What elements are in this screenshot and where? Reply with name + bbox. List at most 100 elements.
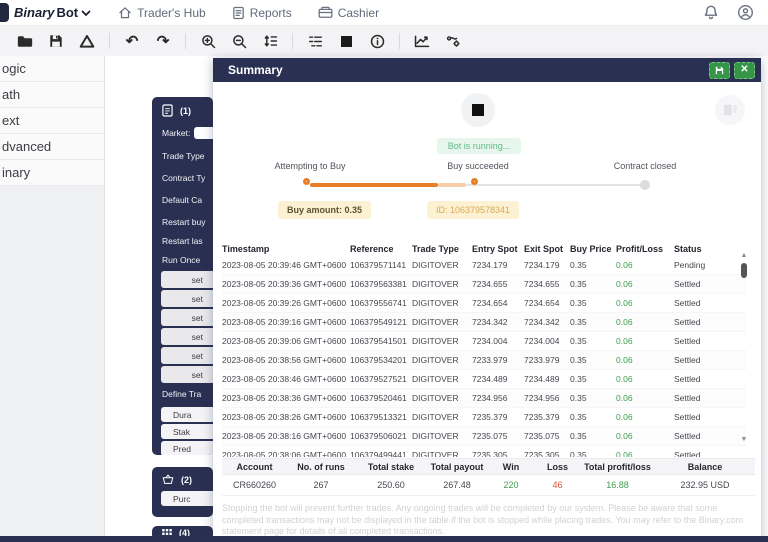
cell-exit-spot: 7234.489 bbox=[524, 374, 570, 384]
cell-reference: 106379513321 bbox=[350, 412, 412, 422]
toolbox-category[interactable]: ogic bbox=[0, 56, 104, 82]
brand-menu[interactable]: Binary Bot bbox=[14, 5, 92, 20]
brand-bot: Bot bbox=[56, 5, 78, 20]
redo-icon[interactable]: ↷ bbox=[154, 32, 172, 50]
purchase-block[interactable]: Purc bbox=[161, 491, 213, 506]
stop-icon[interactable] bbox=[337, 32, 355, 50]
cell-status: Settled bbox=[674, 450, 724, 457]
nav-traders-hub[interactable]: Trader's Hub bbox=[118, 6, 206, 20]
set-variable-block[interactable]: set bbox=[161, 271, 213, 288]
table-scrollbar[interactable]: ▲ bbox=[739, 252, 749, 442]
cell-status: Pending bbox=[674, 260, 724, 270]
sort-blocks-icon[interactable] bbox=[261, 32, 279, 50]
toolbox-category[interactable]: dvanced bbox=[0, 134, 104, 160]
rearrange-blocks-icon[interactable] bbox=[306, 32, 324, 50]
trading-view-icon[interactable] bbox=[444, 32, 462, 50]
folder-open-icon[interactable] bbox=[16, 32, 34, 50]
scrollbar-thumb[interactable] bbox=[741, 263, 747, 278]
zoom-in-icon[interactable] bbox=[199, 32, 217, 50]
set-variable-block[interactable]: set bbox=[161, 309, 213, 326]
export-summary-button[interactable] bbox=[709, 62, 730, 79]
set-variable-block[interactable]: set bbox=[161, 366, 213, 383]
cell-entry-spot: 7234.956 bbox=[472, 393, 524, 403]
toolbar-separator bbox=[109, 33, 110, 49]
cell-exit-spot: 7234.179 bbox=[524, 260, 570, 270]
table-row[interactable]: 2023-08-05 20:39:06 GMT+0600 10637954150… bbox=[222, 332, 746, 351]
cell-buy-price: 0.35 bbox=[570, 374, 616, 384]
market-dropdown[interactable] bbox=[194, 127, 213, 139]
cell-profit-loss: 0.06 bbox=[616, 374, 674, 384]
cell-trade-type: DIGITOVER bbox=[412, 298, 472, 308]
transactions-table: Timestamp Reference Trade Type Entry Spo… bbox=[222, 242, 746, 457]
cell-exit-spot: 7233.979 bbox=[524, 355, 570, 365]
toolbox-category[interactable]: ath bbox=[0, 82, 104, 108]
nav-cashier[interactable]: Cashier bbox=[318, 6, 379, 20]
cell-entry-spot: 7234.179 bbox=[472, 260, 524, 270]
set-variable-block[interactable]: set bbox=[161, 347, 213, 364]
account-profile-icon[interactable] bbox=[737, 4, 754, 21]
table-row[interactable]: 2023-08-05 20:38:16 GMT+0600 10637950602… bbox=[222, 427, 746, 446]
table-row[interactable]: 2023-08-05 20:38:06 GMT+0600 10637949944… bbox=[222, 446, 746, 457]
cell-buy-price: 0.35 bbox=[570, 279, 616, 289]
zoom-out-icon[interactable] bbox=[230, 32, 248, 50]
summary-modal-header[interactable]: Summary ✕ bbox=[213, 58, 761, 82]
step-contract-closed: Contract closed bbox=[585, 161, 705, 171]
cell-timestamp: 2023-08-05 20:38:16 GMT+0600 bbox=[222, 431, 350, 441]
toolbox-category[interactable]: ext bbox=[0, 108, 104, 134]
cell-profit-loss: 0.06 bbox=[616, 355, 674, 365]
info-icon[interactable] bbox=[368, 32, 386, 50]
brand-binary: Binary bbox=[14, 5, 54, 20]
col-total-payout: Total payout bbox=[427, 462, 487, 472]
cell-profit-loss: 0.06 bbox=[616, 393, 674, 403]
trade-parameters-block[interactable]: (1) Market: Trade Type Contract Ty Defau… bbox=[152, 97, 213, 455]
block-field-label: Default Ca bbox=[152, 189, 213, 211]
account-summary-header: Account No. of runs Total stake Total pa… bbox=[222, 458, 755, 475]
stepper-progress bbox=[310, 183, 438, 187]
notifications-bell-icon[interactable] bbox=[703, 4, 719, 21]
cell-timestamp: 2023-08-05 20:39:36 GMT+0600 bbox=[222, 279, 350, 289]
close-summary-button[interactable]: ✕ bbox=[734, 62, 755, 79]
table-row[interactable]: 2023-08-05 20:39:46 GMT+0600 10637957114… bbox=[222, 256, 746, 275]
trade-option-block[interactable]: Stak bbox=[161, 424, 213, 439]
undo-icon[interactable]: ↶ bbox=[123, 32, 141, 50]
trade-option-block[interactable]: Pred bbox=[161, 441, 213, 455]
cell-trade-type: DIGITOVER bbox=[412, 260, 472, 270]
stop-bot-button[interactable] bbox=[461, 93, 495, 127]
clear-journal-button-disabled bbox=[715, 95, 745, 125]
step-attempting-to-buy: Attempting to Buy bbox=[250, 161, 370, 171]
cell-profit-loss: 0.06 bbox=[616, 412, 674, 422]
table-row[interactable]: 2023-08-05 20:39:16 GMT+0600 10637954912… bbox=[222, 313, 746, 332]
nav-reports[interactable]: Reports bbox=[232, 6, 292, 20]
table-row[interactable]: 2023-08-05 20:38:26 GMT+0600 10637951332… bbox=[222, 408, 746, 427]
scroll-up-icon[interactable]: ▲ bbox=[739, 252, 749, 260]
toolbox-category[interactable]: inary bbox=[0, 160, 104, 186]
cell-profit-loss: 0.06 bbox=[616, 317, 674, 327]
cell-exit-spot: 7234.004 bbox=[524, 336, 570, 346]
table-row[interactable]: 2023-08-05 20:38:46 GMT+0600 10637952752… bbox=[222, 370, 746, 389]
col-win: Win bbox=[487, 462, 535, 472]
cell-profit-loss: 0.06 bbox=[616, 450, 674, 457]
trade-option-block[interactable]: Dura bbox=[161, 407, 213, 422]
table-row[interactable]: 2023-08-05 20:38:56 GMT+0600 10637953420… bbox=[222, 351, 746, 370]
table-row[interactable]: 2023-08-05 20:38:36 GMT+0600 10637952046… bbox=[222, 389, 746, 408]
col-buy-price: Buy Price bbox=[570, 244, 616, 254]
table-row[interactable]: 2023-08-05 20:39:36 GMT+0600 10637956338… bbox=[222, 275, 746, 294]
cell-reference: 106379534201 bbox=[350, 355, 412, 365]
cell-buy-price: 0.35 bbox=[570, 450, 616, 457]
cell-buy-price: 0.35 bbox=[570, 431, 616, 441]
stepper-progress-fade bbox=[438, 183, 466, 187]
balance: 232.95 USD bbox=[655, 480, 755, 490]
cell-trade-type: DIGITOVER bbox=[412, 317, 472, 327]
step-buy-succeeded: Buy succeeded bbox=[418, 161, 538, 171]
cell-reference: 106379506021 bbox=[350, 431, 412, 441]
table-row[interactable]: 2023-08-05 20:39:26 GMT+0600 10637955674… bbox=[222, 294, 746, 313]
purchase-conditions-block[interactable]: (2) Purc bbox=[152, 467, 213, 517]
cell-entry-spot: 7234.654 bbox=[472, 298, 524, 308]
set-variable-block[interactable]: set bbox=[161, 328, 213, 345]
chart-icon[interactable] bbox=[413, 32, 431, 50]
google-drive-icon[interactable] bbox=[78, 32, 96, 50]
scroll-down-icon[interactable]: ▼ bbox=[739, 436, 749, 443]
set-variable-block[interactable]: set bbox=[161, 290, 213, 307]
save-icon[interactable] bbox=[47, 32, 65, 50]
document-icon bbox=[162, 104, 173, 117]
